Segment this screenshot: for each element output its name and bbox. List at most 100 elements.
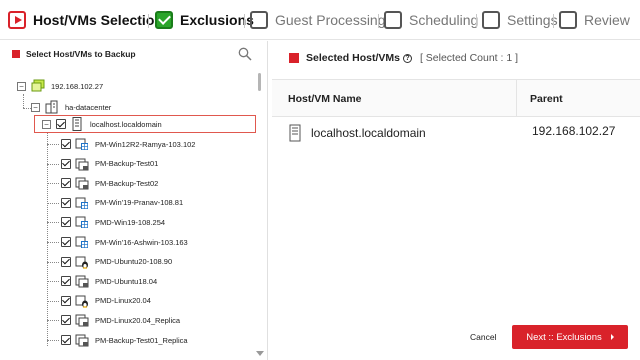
wizard-steps: Host/VMs Selection Exclusions Guest Proc… — [0, 0, 640, 40]
cancel-button[interactable]: Cancel — [470, 332, 496, 342]
scroll-down-icon[interactable] — [256, 351, 264, 356]
tree-guide — [47, 340, 59, 341]
collapse-icon[interactable]: − — [31, 102, 40, 112]
checkbox-icon — [250, 11, 268, 29]
next-button-label: Next :: Exclusions — [526, 331, 602, 343]
step-label: Settings — [507, 12, 558, 28]
step-exclusions[interactable]: Exclusions — [155, 9, 254, 31]
collapse-icon[interactable]: − — [42, 119, 51, 129]
tree-node-datacenter[interactable]: − ha-datacenter — [31, 99, 111, 115]
tree-node-vm[interactable]: PM-Win'19-Pranav-108.81 — [61, 195, 183, 211]
tree-guide — [47, 242, 59, 243]
tree-guide — [23, 94, 24, 108]
tree-node-label: PM-Win12R2-Ramya-103.102 — [95, 139, 196, 149]
tree-guide — [47, 183, 59, 185]
vm-name: localhost.localdomain — [311, 126, 426, 140]
tree-node-vm[interactable]: PM-Backup-Test02 — [61, 175, 158, 191]
scroll-thumb[interactable] — [258, 73, 261, 91]
tree-node-vm[interactable]: PM-Backup-Test01_Replica — [61, 332, 188, 348]
tree-guide — [47, 281, 59, 283]
tree-node-vm[interactable]: PMD-Linux20.04_Replica — [61, 312, 180, 328]
table-row-name[interactable]: localhost.localdomain — [288, 124, 426, 142]
vm-icon — [75, 274, 89, 288]
vm-checkbox[interactable] — [61, 315, 71, 326]
help-icon[interactable]: ? — [402, 53, 412, 63]
tree-node-label: PMD-Ubuntu18.04 — [95, 276, 158, 286]
checkbox-icon — [384, 11, 402, 29]
tree-node-vm[interactable]: PMD-Ubuntu18.04 — [61, 273, 157, 289]
panel-title-text: Selected Host/VMs — [306, 52, 400, 64]
tree-guide — [47, 163, 59, 165]
step-label: Exclusions — [180, 12, 254, 28]
section-marker-icon — [12, 50, 20, 58]
tree-scrollbar[interactable] — [256, 71, 264, 356]
step-divider — [148, 14, 149, 28]
collapse-icon[interactable]: − — [17, 81, 26, 91]
host-vm-tree-panel: Select Host/VMs to Backup − 192.168.102.… — [0, 41, 268, 360]
column-header-parent[interactable]: Parent — [530, 93, 563, 105]
vm-checkbox[interactable] — [61, 256, 71, 267]
table-row-parent: 192.168.102.27 — [532, 124, 616, 138]
play-icon — [8, 11, 26, 29]
tree-guide — [47, 202, 59, 204]
windows-vm-icon — [75, 215, 89, 229]
tree-guide — [47, 320, 59, 322]
tree-node-label: 192.168.102.27 — [51, 81, 104, 91]
tree-node-vm[interactable]: PMD-Win19-108.254 — [61, 214, 165, 230]
linux-vm-icon — [75, 294, 89, 308]
step-label: Guest Processing — [275, 12, 386, 28]
step-guest-processing[interactable]: Guest Processing — [250, 9, 386, 31]
tree-node-vm[interactable]: PM-Win12R2-Ramya-103.102 — [61, 136, 195, 152]
tree-node-label: PM-Backup-Test01 — [95, 159, 159, 169]
step-label: Review — [584, 12, 630, 28]
vm-checkbox[interactable] — [61, 237, 71, 247]
tree-node-vm[interactable]: PM-Backup-Test01 — [61, 156, 158, 172]
vm-checkbox[interactable] — [61, 276, 71, 287]
tree-guide — [47, 261, 59, 263]
tree-node-label: PMD-Linux20.04_Replica — [95, 315, 181, 325]
tree-node-vm[interactable]: PMD-Linux20.04 — [61, 293, 151, 309]
next-button[interactable]: Next :: Exclusions — [512, 325, 628, 349]
tree-node-root[interactable]: − 192.168.102.27 — [17, 78, 103, 94]
panel-title-text: Select Host/VMs to Backup — [26, 49, 136, 59]
vm-checkbox[interactable] — [61, 295, 71, 306]
tree-node-vm[interactable]: PM-Win'16-Ashwin-103.163 — [61, 234, 188, 250]
search-icon[interactable] — [238, 47, 252, 61]
vm-icon — [75, 157, 89, 171]
datacenter-icon — [45, 100, 59, 114]
tree-node-label: PM-Win'19-Pranav-108.81 — [95, 198, 184, 208]
tree-node-label: PM-Backup-Test01_Replica — [95, 335, 188, 345]
step-divider — [378, 14, 379, 28]
step-label: Scheduling — [409, 12, 479, 28]
vm-checkbox[interactable] — [61, 335, 71, 345]
chevron-right-icon — [610, 334, 614, 340]
vm-checkbox[interactable] — [61, 197, 71, 208]
vm-checkbox[interactable] — [61, 139, 71, 149]
host-cluster-icon — [31, 79, 45, 93]
tree-node-label: ha-datacenter — [65, 102, 112, 112]
vm-checkbox[interactable] — [61, 217, 71, 228]
windows-vm-icon — [75, 196, 89, 210]
step-host-vms-selection[interactable]: Host/VMs Selection — [8, 9, 163, 31]
column-divider — [516, 80, 517, 117]
step-divider — [244, 14, 245, 28]
tree-node-label: PMD-Win19-108.254 — [95, 217, 166, 227]
server-icon — [70, 117, 84, 131]
selected-count: [ Selected Count : 1 ] — [419, 52, 519, 64]
step-scheduling[interactable]: Scheduling — [384, 9, 478, 31]
step-divider — [553, 14, 554, 28]
column-header-name[interactable]: Host/VM Name — [288, 93, 362, 105]
host-checkbox[interactable] — [56, 119, 66, 129]
tree-node-vm[interactable]: PMD-Ubuntu20-108.90 — [61, 254, 172, 270]
tree-guide — [23, 108, 31, 109]
vm-icon — [75, 313, 89, 327]
vm-checkbox[interactable] — [61, 178, 71, 189]
vm-checkbox[interactable] — [61, 158, 71, 169]
step-settings[interactable]: Settings — [482, 9, 558, 31]
step-divider — [476, 14, 477, 28]
windows-vm-icon — [75, 137, 89, 151]
panel-title: Selected Host/VMs ? [ Selected Count : 1… — [289, 52, 518, 64]
tree-node-label: PM-Backup-Test02 — [95, 178, 159, 188]
step-review[interactable]: Review — [559, 9, 630, 31]
tree-node-host[interactable]: − localhost.localdomain — [42, 116, 162, 132]
